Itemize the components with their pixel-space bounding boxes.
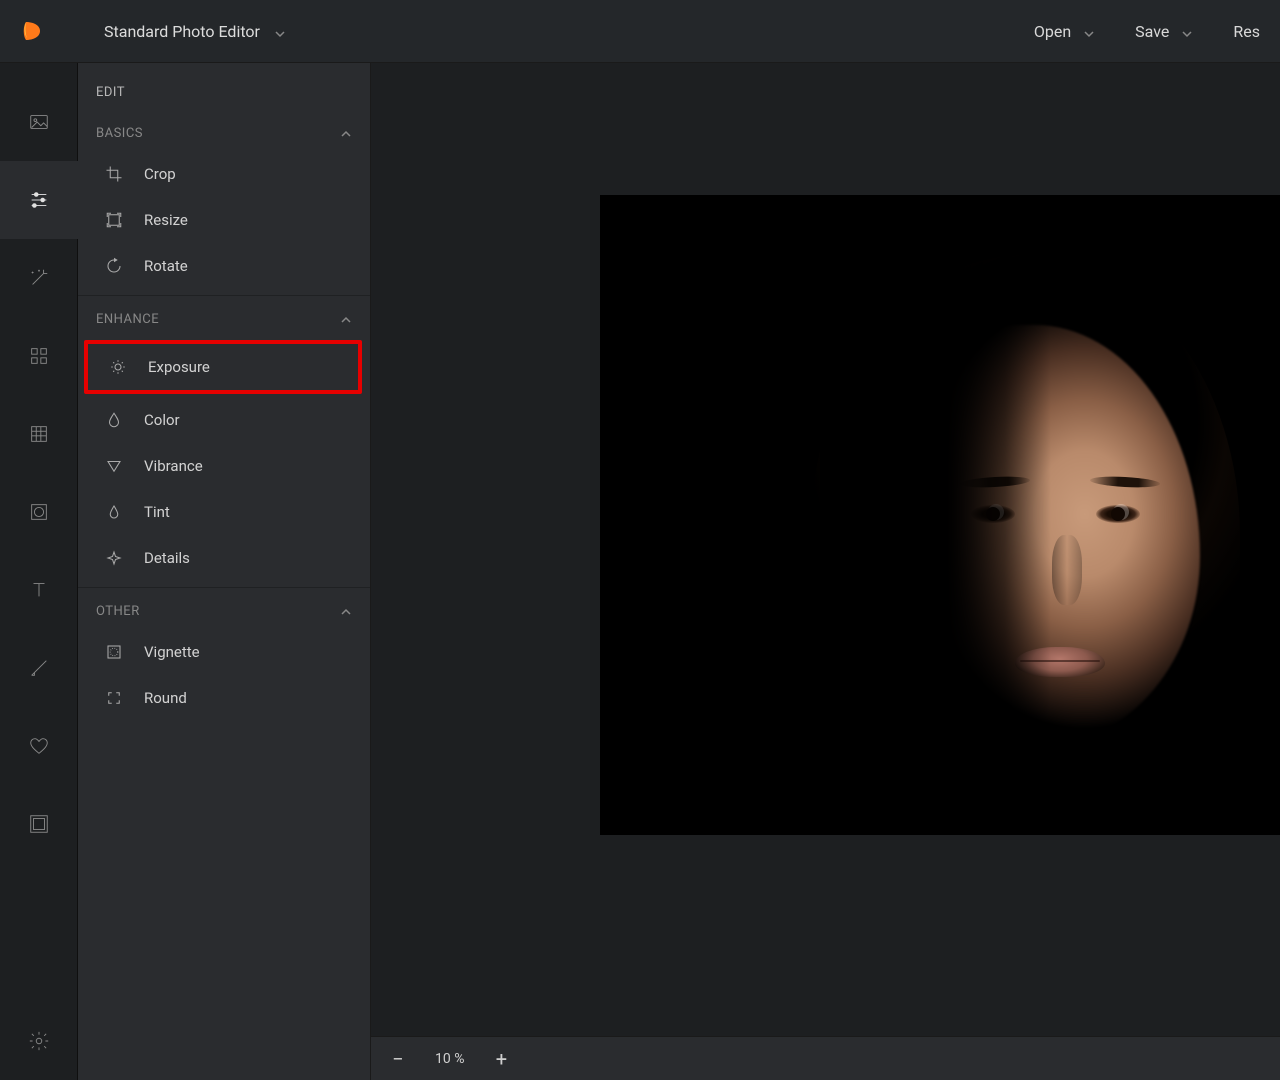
reset-button[interactable]: Res	[1233, 22, 1260, 41]
rail-effects[interactable]	[0, 239, 78, 317]
rail-masks[interactable]	[0, 395, 78, 473]
text-icon	[28, 579, 50, 601]
rail-image[interactable]	[0, 83, 78, 161]
tool-details-label: Details	[144, 549, 190, 567]
editor-mode-select[interactable]: Standard Photo Editor	[104, 22, 286, 41]
reset-label: Res	[1233, 22, 1260, 41]
app-header: Standard Photo Editor Open Save Res	[0, 0, 1280, 63]
triangle-icon	[104, 456, 124, 476]
tool-vignette[interactable]: Vignette	[78, 629, 370, 675]
drop-outline-icon	[104, 502, 124, 522]
drop-icon	[104, 410, 124, 430]
editor-mode-label: Standard Photo Editor	[104, 22, 260, 41]
tool-rotate-label: Rotate	[144, 257, 188, 275]
tool-vibrance-label: Vibrance	[144, 457, 203, 475]
rail-graphics[interactable]	[0, 473, 78, 551]
brush-icon	[28, 657, 50, 679]
zoom-value: 10 %	[435, 1051, 464, 1067]
rail-draw[interactable]	[0, 629, 78, 707]
rail-edit[interactable]	[0, 161, 78, 239]
edit-panel: EDIT BASICS Crop Resize Rotate ENHANCE	[78, 63, 371, 1080]
section-basics-header[interactable]: BASICS	[78, 110, 370, 151]
resize-icon	[104, 210, 124, 230]
tool-crop-label: Crop	[144, 165, 176, 183]
tool-vibrance[interactable]: Vibrance	[78, 443, 370, 489]
wand-icon	[28, 267, 50, 289]
section-other-header[interactable]: OTHER	[78, 588, 370, 629]
chevron-up-icon	[340, 606, 352, 618]
chevron-up-icon	[340, 128, 352, 140]
chevron-up-icon	[340, 314, 352, 326]
heart-icon	[28, 735, 50, 757]
rotate-icon	[104, 256, 124, 276]
tool-exposure-label: Exposure	[148, 358, 210, 376]
rail-text[interactable]	[0, 551, 78, 629]
tool-round[interactable]: Round	[78, 675, 370, 721]
image-icon	[28, 111, 50, 133]
tool-round-label: Round	[144, 689, 187, 707]
section-enhance-header[interactable]: ENHANCE	[78, 296, 370, 337]
round-corners-icon	[104, 688, 124, 708]
zoom-in-button[interactable]: +	[492, 1050, 510, 1068]
save-label: Save	[1135, 22, 1169, 41]
chevron-down-icon	[1181, 25, 1193, 37]
tool-resize-label: Resize	[144, 211, 188, 229]
colorcinch-logo-icon	[20, 19, 44, 43]
vignette-icon	[104, 642, 124, 662]
header-actions: Open Save Res	[1034, 22, 1260, 41]
sun-icon	[108, 357, 128, 377]
tool-tint[interactable]: Tint	[78, 489, 370, 535]
open-button[interactable]: Open	[1034, 22, 1095, 41]
grid-icon	[28, 345, 50, 367]
tool-vignette-label: Vignette	[144, 643, 200, 661]
open-label: Open	[1034, 22, 1071, 41]
rail-overlays[interactable]	[0, 317, 78, 395]
rail-settings[interactable]	[0, 1002, 78, 1080]
sparkle-icon	[104, 548, 124, 568]
rail-favorites[interactable]	[0, 707, 78, 785]
panel-title: EDIT	[78, 63, 370, 110]
tool-details[interactable]: Details	[78, 535, 370, 581]
app-logo	[20, 19, 44, 43]
save-button[interactable]: Save	[1135, 22, 1193, 41]
crop-icon	[104, 164, 124, 184]
tool-rotate[interactable]: Rotate	[78, 243, 370, 289]
gear-icon	[28, 1030, 50, 1052]
tool-rail	[0, 63, 78, 1080]
zoom-out-button[interactable]: −	[389, 1050, 407, 1068]
chevron-down-icon	[1083, 25, 1095, 37]
main-area: EDIT BASICS Crop Resize Rotate ENHANCE	[0, 63, 1280, 1080]
zoom-bar: − 10 % +	[371, 1036, 1280, 1080]
tool-crop[interactable]: Crop	[78, 151, 370, 197]
canvas-area: − 10 % +	[371, 63, 1280, 1080]
section-other-label: OTHER	[96, 604, 140, 619]
chevron-down-icon	[274, 25, 286, 37]
tool-resize[interactable]: Resize	[78, 197, 370, 243]
frame-icon	[28, 813, 50, 835]
tool-color-label: Color	[144, 411, 180, 429]
tool-color[interactable]: Color	[78, 397, 370, 443]
section-basics-label: BASICS	[96, 126, 143, 141]
section-enhance-label: ENHANCE	[96, 312, 159, 327]
sliders-icon	[28, 189, 50, 211]
mask-grid-icon	[28, 423, 50, 445]
tool-exposure[interactable]: Exposure	[88, 344, 358, 390]
rail-frames[interactable]	[0, 785, 78, 863]
photo-preview	[600, 195, 1280, 835]
tool-tint-label: Tint	[144, 503, 170, 521]
exposure-highlight: Exposure	[84, 340, 362, 394]
canvas-view[interactable]	[371, 63, 1280, 1036]
shape-circle-icon	[28, 501, 50, 523]
